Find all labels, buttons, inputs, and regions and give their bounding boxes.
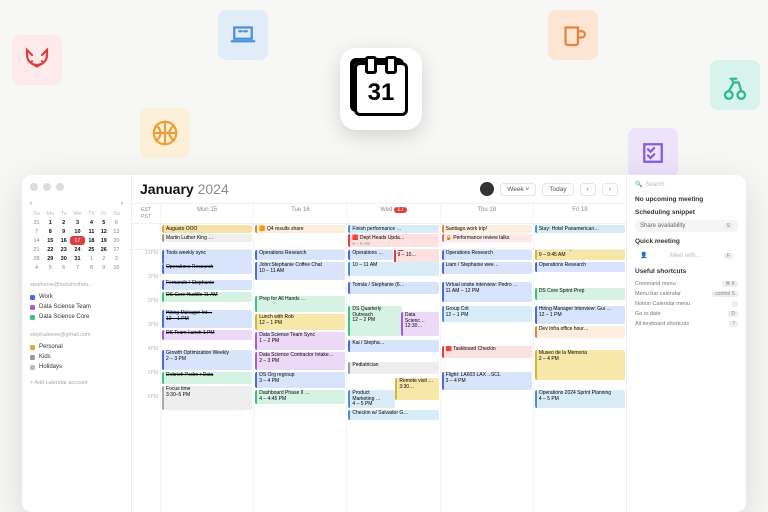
calendar-event[interactable]: 🟥 Taskboard Checkin [442,346,532,358]
calendar-event[interactable]: Operations Research [162,264,252,274]
share-availability[interactable]: Share availabilityS [635,220,738,232]
calendar-event[interactable]: Data Science Contractor Intake…2 – 3 PM [255,352,345,370]
allday-event[interactable]: 🔒 Performance review talks [442,234,532,242]
day-header[interactable]: Thu 18 [440,204,533,223]
shortcuts-heading: Useful shortcuts [635,268,738,275]
laptop-icon [218,10,268,60]
calendar-event[interactable]: Prep for All Hands … [255,296,345,312]
calendar-event[interactable]: Tomás / Stephanie (6… [348,282,438,294]
checklist-icon [628,128,678,178]
calendar-toggle[interactable]: Kids [30,352,123,362]
calendar-event[interactable]: Checkin w/ Salvador G… [348,410,438,420]
calendar-event[interactable]: Operations Research [535,262,625,272]
shortcut-row[interactable]: Notion Calendar menu [635,299,738,309]
context-panel: 🔍 Search No upcoming meeting Scheduling … [626,175,746,512]
calendar-grid[interactable]: 12PM1PM2PM3PM4PM5PM6PM Tools weekly sync… [132,250,626,512]
calendar-event[interactable]: Group Crit12 – 1 PM [442,306,532,322]
basketball-icon [140,108,190,158]
allday-event[interactable]: Martin Luther King … [162,234,252,242]
calendar-event[interactable]: Remote visit …3:30… [395,378,438,400]
calendar-event[interactable]: Product Marketing …4 – 5 PM [348,390,394,408]
calendar-event[interactable]: Dashboard Phase II …4 – 4:45 PM [255,390,345,404]
calendar-event[interactable]: Pediatrician [348,362,438,374]
day-header[interactable]: Wed 17 [346,204,439,223]
calendar-event[interactable]: Operations 2024 Sprint Planning4 – 5 PM [535,390,625,408]
calendar-event[interactable]: Salvador / Stephani…9 – 9:45 AM [535,250,625,260]
app-icon: 31 [340,48,422,130]
no-upcoming: No upcoming meeting [635,196,738,203]
time-column: 12PM1PM2PM3PM4PM5PM6PM [132,250,160,512]
calendar-toggle[interactable]: Holidays [30,362,123,372]
allday-event[interactable]: Stay: Hotel Panamerican… [535,225,625,233]
shortcut-row[interactable]: All keyboard shortcuts? [635,319,738,329]
day-header[interactable]: Fri 19 [533,204,626,223]
bicycle-icon [710,60,760,110]
calendar-event[interactable]: 10 – 11 AM [348,262,438,276]
calendar-event[interactable]: John:Stephanie Coffee Chat10 – 11 AM [255,262,345,280]
calendar-event[interactable]: Growth Optimization Weekly2 – 3 PM [162,350,252,370]
meet-with[interactable]: 👤 Meet with…F [635,249,738,262]
calendar-event[interactable]: DS Core Sprint Prep [535,288,625,300]
calendar-toggle[interactable]: Data Science Team [30,302,123,312]
page-title: January 2024 [140,181,229,197]
calendar-event[interactable]: Museo de la Memoria2 – 4 PM [535,350,625,380]
next-button[interactable]: › [602,183,618,196]
mini-cal-nav[interactable]: ‹› [30,201,123,207]
calendar-toggle[interactable]: Personal [30,342,123,352]
main-area: January 2024 Week ˅ Today ‹ › ESTPST Mon… [132,175,626,512]
calendar-toggle[interactable]: Work [30,292,123,302]
calendar-event[interactable]: DS Team Lunch 1 PM [162,330,252,340]
prev-button[interactable]: ‹ [580,183,596,196]
calendar-event[interactable]: Fernando / Stephanie [162,280,252,290]
cat-icon [12,35,62,85]
calendar-event[interactable]: Debrief: Pedro r Data [162,372,252,384]
allday-event[interactable]: 🟥 Dept Heads Upda…8 – 9 AM [348,234,438,247]
calendar-event[interactable]: Tools weekly sync [162,250,252,264]
calendar-event[interactable]: Flight: LA603 LAX→SCL3 – 4 PM [442,372,532,390]
calendar-event[interactable]: Operations Research [255,250,345,260]
mini-calendar[interactable]: SuMoTuWeThFrSa31123456789101112131415161… [30,210,123,272]
calendar-event[interactable]: Virtual onsite interview: Pedro …11 AM –… [442,282,532,302]
snippet-heading: Scheduling snippet [635,209,738,216]
allday-event[interactable]: 🟧 Q4 results share [255,225,345,233]
calendar-event[interactable]: Liam / Stephanie wee… [442,262,532,274]
day-header[interactable]: Tue 16 [253,204,346,223]
header: January 2024 Week ˅ Today ‹ › [132,175,626,204]
calendar-event[interactable]: DS Quarterly Outreach12 – 2 PM [348,306,401,336]
day-header[interactable]: Mon 15 [160,204,253,223]
calendar-event[interactable]: Hiring Manager Int…12 – 1 PM [162,310,252,328]
mug-icon [548,10,598,60]
calendar-event[interactable]: Data Science Team Sync1 – 2 PM [255,332,345,350]
timezone-labels: ESTPST [132,204,160,223]
calendar-event[interactable]: Hiring Manager Interview: Gui …12 – 1 PM [535,306,625,324]
calendar-event[interactable]: Dev Infra office hour… [535,326,625,338]
allday-row: Augusto OOOMartin Luther King …🟧 Q4 resu… [132,224,626,250]
shortcut-row[interactable]: Menu bar calendarcontrol S [635,289,738,299]
add-calendar-account[interactable]: + Add calendar account [30,380,123,386]
search-input[interactable]: 🔍 Search [635,181,738,188]
calendar-event[interactable]: Operations Research [442,250,532,260]
today-button[interactable]: Today [542,183,573,196]
allday-event[interactable]: Santiago work trip! [442,225,532,233]
calendar-window: ‹› SuMoTuWeThFrSa31123456789101112131415… [22,175,746,512]
sidebar: ‹› SuMoTuWeThFrSa31123456789101112131415… [22,175,132,512]
window-controls[interactable] [30,183,64,191]
calendar-event[interactable]: Kai / Stepha… [348,340,438,352]
shortcut-row[interactable]: Go to dateD [635,309,738,319]
calendar-event[interactable]: Data Scienc…12:30… [401,312,439,336]
avatar[interactable] [480,182,494,196]
calendar-event[interactable]: Focus time3:30–5 PM [162,386,252,410]
view-switch[interactable]: Week ˅ [500,183,536,196]
day-headers: ESTPST Mon 15Tue 16Wed 17Thu 18Fri 19 [132,204,626,224]
quick-meeting-heading: Quick meeting [635,238,738,245]
calendar-event[interactable]: DS Org regroup3 – 4 PM [255,372,345,388]
calendar-event[interactable]: DS Core Huddle 11 AM [162,292,252,302]
calendar-event[interactable]: Lunch with Rob12 – 1 PM [255,314,345,330]
calendar-toggle[interactable]: Data Science Core [30,312,123,322]
calendar-event[interactable]: Operations … [348,250,392,260]
allday-event[interactable]: Finish performance … [348,225,438,233]
allday-event[interactable]: Augusto OOO [162,225,252,233]
shortcut-row[interactable]: Command menu⌘ K [635,279,738,289]
calendar-glyph: 31 [354,62,408,116]
